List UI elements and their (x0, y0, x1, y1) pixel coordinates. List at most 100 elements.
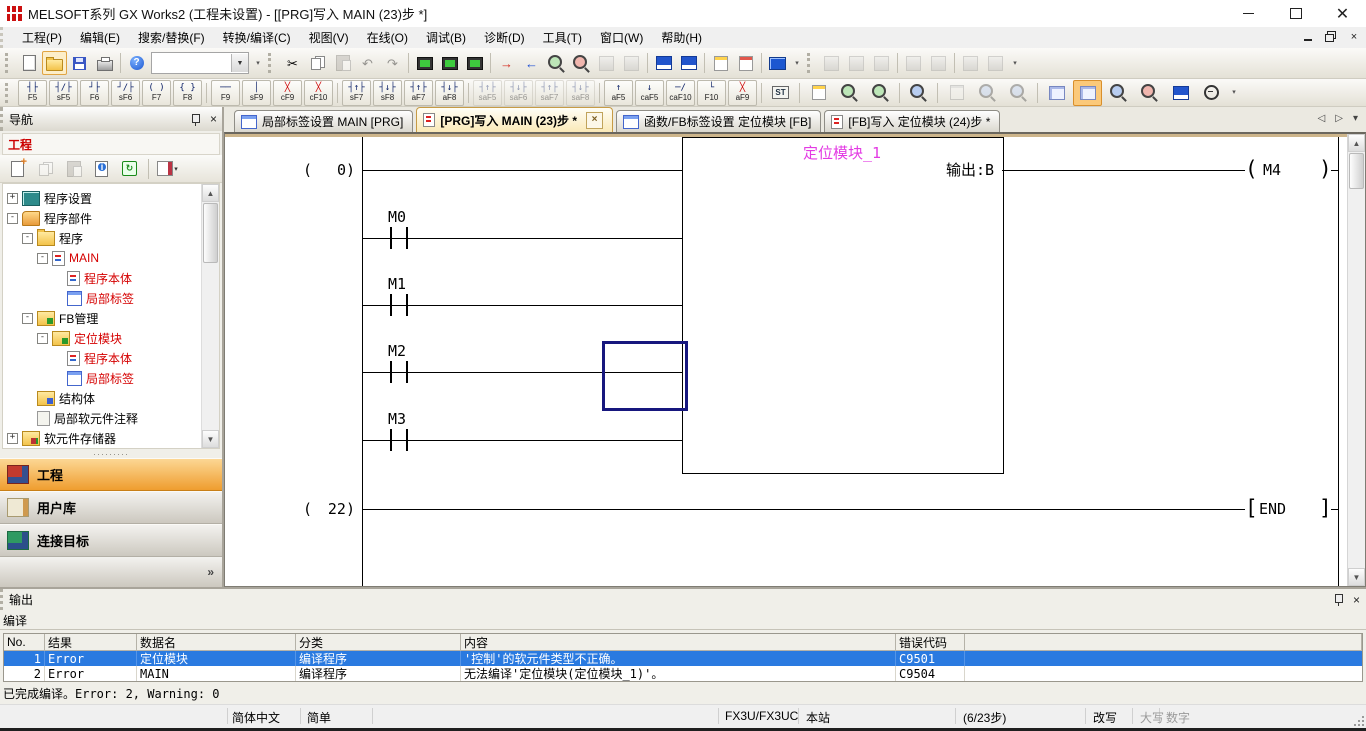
contact-symbol[interactable] (390, 227, 408, 249)
toolbar-grip[interactable] (5, 53, 14, 73)
open-project-button[interactable] (42, 51, 67, 75)
pin-icon[interactable] (1333, 593, 1344, 606)
tree-toggle-icon[interactable]: - (37, 333, 48, 344)
menu-item-8[interactable]: 工具(T) (534, 27, 591, 48)
paste-button[interactable] (330, 51, 355, 75)
tree-toggle-icon[interactable]: + (7, 433, 18, 444)
menu-item-7[interactable]: 诊断(D) (475, 27, 534, 48)
refresh-button[interactable]: ↻ (117, 157, 142, 181)
property-button[interactable] (89, 157, 114, 181)
ladder-symbol-aF7-button[interactable]: ┤↑├aF7 (404, 80, 433, 106)
menu-item-0[interactable]: 工程(P) (13, 27, 71, 48)
ladder-symbol-F9-button[interactable]: ──F9 (211, 80, 240, 106)
tab-close-icon[interactable]: × (586, 112, 603, 129)
tab-list-icon[interactable]: ▾ (1353, 113, 1358, 124)
error-row[interactable]: 1Error定位模块编译程序'控制'的软元件类型不正确。C9501 (4, 651, 1362, 666)
mdi-close-button[interactable]: × (1347, 30, 1361, 43)
tree-item-5[interactable]: 局部标签 (3, 288, 219, 308)
step-break-button[interactable] (869, 51, 894, 75)
ladder-symbol-aF9-button[interactable]: ╳aF9 (728, 80, 757, 106)
maximize-button[interactable] (1272, 0, 1319, 27)
cut-button[interactable]: ✂ (280, 51, 305, 75)
edit-cursor[interactable] (602, 341, 688, 411)
tree-item-0[interactable]: +程序设置 (3, 188, 219, 208)
tree-item-6[interactable]: -FB管理 (3, 308, 219, 328)
toolbar-overflow-icon[interactable]: ▾ (1008, 52, 1022, 74)
tree-item-9[interactable]: 局部标签 (3, 368, 219, 388)
tree-item-3[interactable]: -MAIN (3, 248, 219, 268)
write-to-plc-button[interactable]: → (494, 51, 519, 75)
ladder-symbol-saF5-button[interactable]: ┤↑├saF5 (473, 80, 502, 106)
tree-toggle-icon[interactable]: + (7, 193, 18, 204)
tree-item-10[interactable]: 结构体 (3, 388, 219, 408)
tree-item-7[interactable]: -定位模块 (3, 328, 219, 348)
scroll-down-icon[interactable]: ▼ (1348, 568, 1365, 586)
ladder-symbol-F6-button[interactable]: ┘├F6 (80, 80, 109, 106)
ladder-symbol-sF8-button[interactable]: ┤↓├sF8 (373, 80, 402, 106)
ladder-symbol-saF7-button[interactable]: ┤↑├saF7 (535, 80, 564, 106)
panel-splitter[interactable]: ········· (0, 449, 222, 458)
statement-display-button[interactable] (733, 51, 758, 75)
monitor-start-button[interactable] (544, 51, 569, 75)
function-block[interactable] (682, 137, 1004, 474)
tree-toggle-icon[interactable]: - (37, 253, 48, 264)
zoom-button[interactable] (1197, 80, 1226, 106)
statement-edit-button[interactable] (973, 80, 1002, 106)
stack-button-item[interactable]: 用户库 (0, 491, 222, 524)
pin-icon[interactable] (190, 113, 201, 126)
stack-button-active[interactable]: 工程 (0, 458, 222, 491)
document-tab-0[interactable]: 局部标签设置 MAIN [PRG] (234, 110, 413, 132)
new-data-button[interactable] (5, 157, 30, 181)
copy-data-button[interactable] (33, 157, 58, 181)
tree-item-11[interactable]: 局部软元件注释 (3, 408, 219, 428)
mdi-restore-button[interactable] (1324, 30, 1338, 43)
scroll-up-icon[interactable]: ▲ (202, 184, 219, 202)
ladder-block-button[interactable] (904, 80, 933, 106)
tree-toggle-icon[interactable]: - (22, 233, 33, 244)
redo-button[interactable]: ↷ (380, 51, 405, 75)
ladder-symbol-aF5-button[interactable]: ↑aF5 (604, 80, 633, 106)
menu-item-10[interactable]: 帮助(H) (652, 27, 711, 48)
scroll-thumb[interactable] (1349, 153, 1364, 189)
menu-item-3[interactable]: 转换/编译(C) (214, 27, 300, 48)
ladder-symbol-aF8-button[interactable]: ┤↓├aF8 (435, 80, 464, 106)
monitor-write-button[interactable] (594, 51, 619, 75)
edit-ladder-button[interactable] (804, 80, 833, 106)
resize-grip[interactable] (1354, 716, 1364, 726)
ladder-symbol-saF6-button[interactable]: ┤↓├saF6 (504, 80, 533, 106)
toolbar-grip[interactable] (268, 53, 277, 73)
menu-item-1[interactable]: 编辑(E) (71, 27, 129, 48)
tree-item-2[interactable]: -程序 (3, 228, 219, 248)
scroll-down-icon[interactable]: ▼ (202, 430, 219, 448)
menu-item-6[interactable]: 调试(B) (417, 27, 475, 48)
tree-scrollbar[interactable]: ▲ ▼ (201, 184, 219, 448)
sort-filter-button[interactable]: ▾ (155, 157, 180, 181)
save-project-button[interactable] (67, 51, 92, 75)
ladder-symbol-saF8-button[interactable]: ┤↓├saF8 (566, 80, 595, 106)
ladder-symbol-caF5-button[interactable]: ↓caF5 (635, 80, 664, 106)
ladder-symbol-cF9-button[interactable]: ╳cF9 (273, 80, 302, 106)
compile-tab[interactable]: 编译 (3, 612, 27, 629)
document-tab-1[interactable]: [PRG]写入 MAIN (23)步 *× (416, 107, 613, 132)
stack-button-item[interactable]: 连接目标 (0, 524, 222, 557)
ladder-symbol-F5-button[interactable]: ┤├F5 (18, 80, 47, 106)
device-find-button[interactable] (1166, 80, 1195, 106)
close-button[interactable]: ✕ (1319, 0, 1366, 27)
breakpoint-set-button[interactable] (901, 51, 926, 75)
ladder-symbol-F10-button[interactable]: └F10 (697, 80, 726, 106)
ladder-symbol-cF10-button[interactable]: ╳cF10 (304, 80, 333, 106)
ladder-editor-canvas[interactable]: ▲ ▼ B:启动M0B:输入1M1B:输入2M2B:输入3M3B:输入4(0)定… (224, 132, 1366, 587)
help-button[interactable]: ? (124, 51, 149, 75)
read-mode-button[interactable] (835, 80, 864, 106)
contact-symbol[interactable] (390, 294, 408, 316)
note-edit-button[interactable] (1004, 80, 1033, 106)
ladder-symbol-sF6-button[interactable]: ┘/├sF6 (111, 80, 140, 106)
copy-button[interactable] (305, 51, 330, 75)
paste-data-button[interactable] (61, 157, 86, 181)
window-select-combo[interactable]: ▼ (151, 52, 249, 74)
ladder-symbol-sF7-button[interactable]: ┤↑├sF7 (342, 80, 371, 106)
close-icon[interactable]: × (210, 113, 217, 125)
toolbar-overflow-icon[interactable]: ▾ (251, 52, 265, 74)
document-tab-3[interactable]: [FB]写入 定位模块 (24)步 * (824, 110, 1000, 132)
toolbar-overflow-icon[interactable]: ▾ (790, 52, 804, 74)
